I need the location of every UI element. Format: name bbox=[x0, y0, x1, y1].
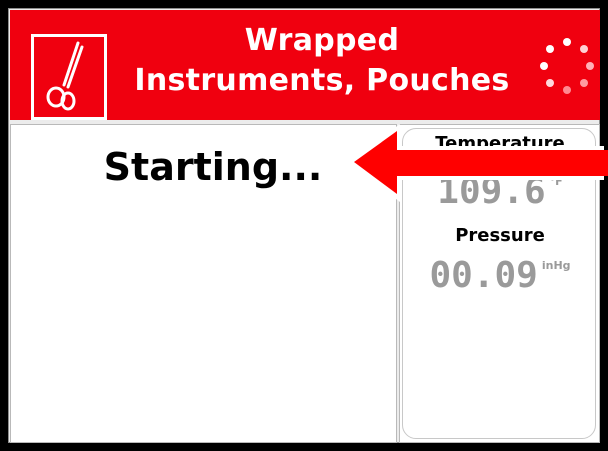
cycle-header: Wrapped Instruments, Pouches bbox=[10, 10, 600, 120]
cycle-title: Wrapped Instruments, Pouches bbox=[122, 21, 522, 101]
temperature-number: 109.6 bbox=[437, 171, 546, 212]
pressure-number: 00.09 bbox=[429, 255, 538, 296]
temperature-label: Temperature bbox=[435, 133, 565, 154]
pressure-unit: inHg bbox=[541, 259, 571, 272]
temperature-unit: °F bbox=[549, 175, 563, 188]
status-pane: Starting... bbox=[10, 124, 397, 443]
scissors-icon bbox=[31, 34, 107, 120]
pressure-label: Pressure bbox=[455, 225, 545, 246]
cycle-title-line1: Wrapped bbox=[244, 23, 400, 58]
readings-card: Temperature 109.6 °F Pressure 00.09 inHg bbox=[402, 128, 596, 439]
cycle-title-line2: Instruments, Pouches bbox=[134, 63, 510, 98]
pressure-value: 00.09 inHg bbox=[403, 255, 595, 296]
temperature-value: 109.6 °F bbox=[403, 171, 595, 212]
loading-spinner-icon bbox=[532, 32, 602, 112]
screen-frame: Wrapped Instruments, Pouches Starting...… bbox=[0, 0, 608, 451]
status-text: Starting... bbox=[103, 145, 323, 189]
